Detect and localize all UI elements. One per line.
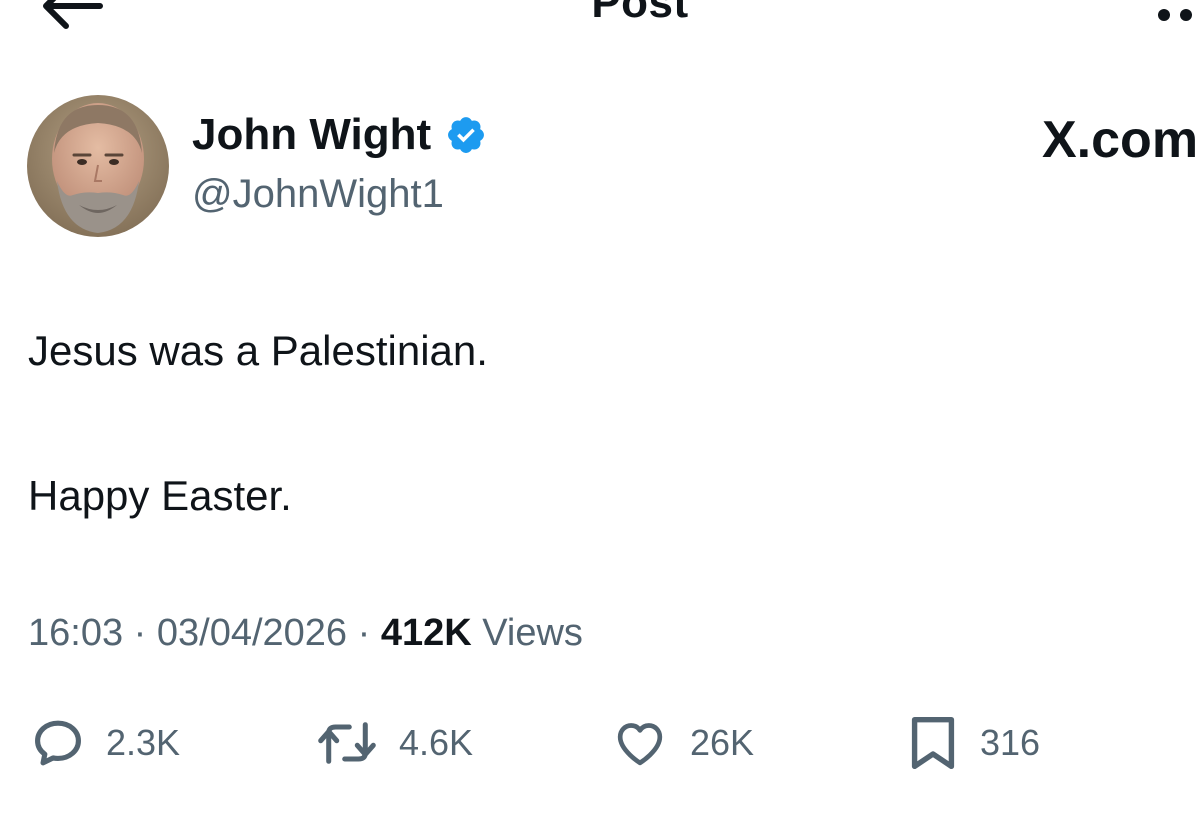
reply-button[interactable]: 2.3K [30,708,180,778]
author-name[interactable]: John Wight [192,110,431,160]
post-date[interactable]: 03/04/2026 [157,612,347,654]
bookmark-count: 316 [980,722,1041,763]
repost-button[interactable]: 4.6K [315,708,473,778]
action-bar: 2.3K 4.6K 26K 316 [0,708,1200,778]
bookmark-button[interactable]: 316 [906,708,1040,778]
post-time[interactable]: 16:03 [28,612,123,654]
more-dots-icon [1158,9,1192,21]
post-text-line: Happy Easter. [28,472,292,519]
views-count: 412K [380,612,472,654]
reply-bubble-icon [35,720,81,766]
reply-count: 2.3K [106,722,181,763]
like-button[interactable]: 26K [610,708,754,778]
source-watermark: X.com [1042,111,1199,169]
views-label: Views [482,612,583,654]
bookmark-icon [911,716,955,770]
heart-icon [617,723,663,766]
like-count: 26K [690,722,755,763]
author-name-row[interactable]: John Wight [192,110,487,160]
meta-separator: · [133,612,147,654]
avatar-photo [27,95,169,237]
repost-icon [318,722,376,764]
avatar[interactable] [27,95,169,237]
arrow-left-icon [43,0,103,29]
page-title: Post [591,0,689,27]
repost-count: 4.6K [399,722,474,763]
back-button[interactable] [38,0,108,32]
post-detail-page: Post John Wight @JohnWight1 X.com Jesus … [0,0,1200,822]
verified-badge-icon [445,114,487,156]
meta-separator: · [357,612,371,654]
more-options-button[interactable] [1150,2,1200,28]
author-handle[interactable]: @JohnWight1 [192,172,444,217]
post-meta: 16:03 · 03/04/2026 · 412K Views [28,612,583,655]
post-text-line: Jesus was a Palestinian. [28,327,488,374]
